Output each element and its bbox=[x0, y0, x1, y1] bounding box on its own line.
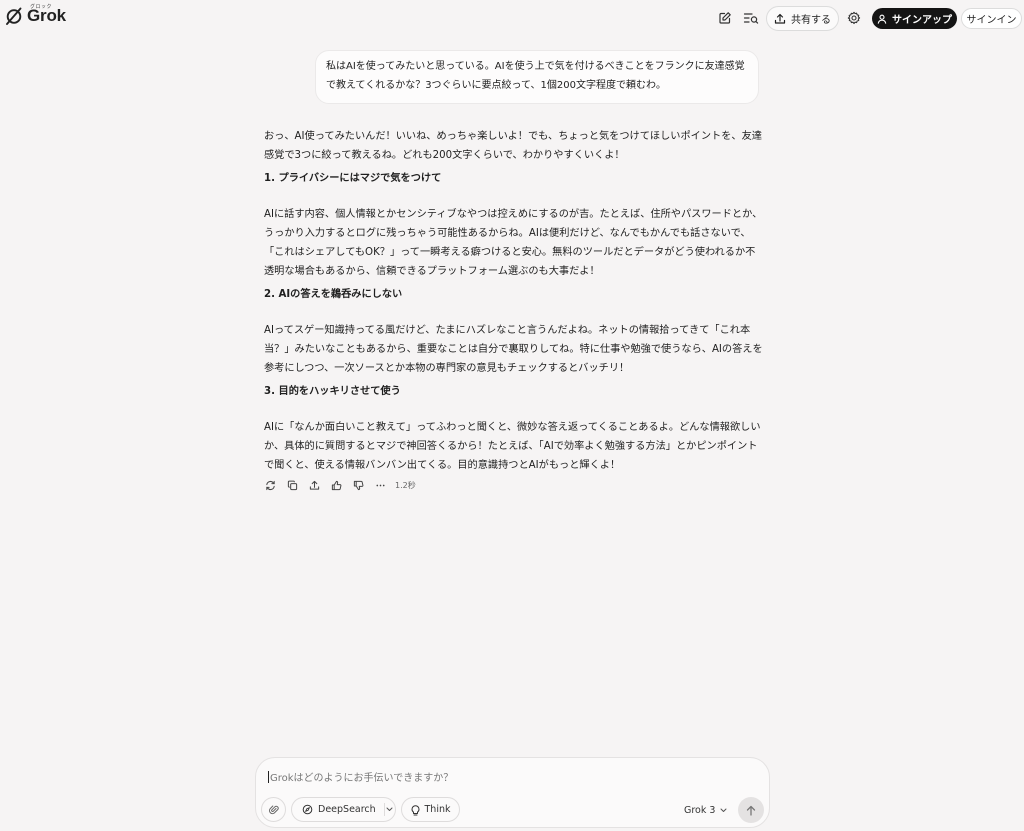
section-heading: 2. AIの答えを鵜呑みにしない bbox=[264, 289, 403, 300]
thumbs-up-icon bbox=[331, 480, 341, 490]
more-icon bbox=[375, 484, 385, 486]
send-button[interactable] bbox=[738, 797, 764, 823]
copy-icon bbox=[287, 480, 297, 490]
lightbulb-icon bbox=[411, 804, 419, 815]
share-response-button[interactable] bbox=[307, 478, 321, 492]
signup-label: サインアップ bbox=[892, 15, 952, 26]
deepsearch-label: DeepSearch bbox=[318, 804, 376, 815]
chevron-down-icon bbox=[720, 808, 727, 812]
paperclip-icon bbox=[268, 805, 279, 814]
user-message-bubble: 私はAIを使ってみたいと思っている。AIを使う上で気を付けるべきことをフランクに… bbox=[315, 50, 759, 104]
thumbs-down-icon bbox=[353, 480, 363, 490]
message-actions: 1.2秒 bbox=[263, 478, 416, 492]
settings-icon bbox=[847, 11, 861, 25]
deepsearch-icon bbox=[302, 804, 313, 815]
arrow-up-icon bbox=[746, 805, 756, 816]
assistant-intro: おっ、AI使ってみたいんだ！いいね、めっちゃ楽しいよ！でも、ちょっと気をつけてほ… bbox=[264, 131, 762, 161]
think-button[interactable]: Think bbox=[401, 797, 460, 822]
section-body: AIに「なんか面白いこと教えて」ってふわっと聞くと、微妙な答え返ってくることある… bbox=[264, 422, 761, 471]
text-caret bbox=[268, 771, 269, 783]
history-search-icon bbox=[743, 13, 759, 24]
share-label: 共有する bbox=[791, 15, 831, 26]
section-heading: 3. 目的をハッキリさせて使う bbox=[264, 386, 401, 397]
model-label: Grok 3 bbox=[684, 804, 716, 816]
new-chat-icon bbox=[719, 12, 731, 24]
deepsearch-menu-button[interactable] bbox=[384, 798, 395, 821]
chat-input[interactable]: Grokはどのようにお手伝いできますか？ bbox=[268, 769, 453, 784]
chat-input-placeholder: Grokはどのようにお手伝いできますか？ bbox=[270, 773, 454, 784]
regenerate-icon bbox=[265, 480, 275, 490]
more-button[interactable] bbox=[373, 478, 387, 492]
section-heading: 1. プライバシーにはマジで気をつけて bbox=[264, 173, 442, 184]
history-search-button[interactable] bbox=[742, 9, 760, 27]
deepsearch-button[interactable]: DeepSearch bbox=[292, 798, 376, 821]
model-selector[interactable]: Grok 3 bbox=[684, 802, 727, 818]
copy-button[interactable] bbox=[285, 478, 299, 492]
composer: Grokはどのようにお手伝いできますか？ DeepSearch Think Gr… bbox=[255, 757, 770, 828]
grok-logo-icon bbox=[6, 7, 22, 25]
attach-button[interactable] bbox=[261, 797, 286, 822]
top-bar: グロック Grok 共有する サインアップ サインイン bbox=[0, 0, 1024, 38]
think-label: Think bbox=[424, 804, 451, 815]
assistant-message: おっ、AI使ってみたいんだ！いいね、めっちゃ楽しいよ！でも、ちょっと気をつけてほ… bbox=[264, 127, 764, 477]
user-message-text: 私はAIを使ってみたいと思っている。AIを使う上で気を付けるべきことをフランクに… bbox=[326, 61, 745, 91]
signin-label: サインイン bbox=[966, 15, 1017, 26]
response-time: 1.2秒 bbox=[395, 480, 416, 490]
deepsearch-toggle: DeepSearch bbox=[291, 797, 396, 822]
logo-subtitle: グロック bbox=[30, 4, 53, 10]
thumbs-down-button[interactable] bbox=[351, 478, 365, 492]
section-body: AIってスゲー知識持ってる風だけど、たまにハズレなこと言うんだよね。ネットの情報… bbox=[264, 325, 763, 374]
chevron-down-icon bbox=[386, 807, 393, 811]
signin-button[interactable]: サインイン bbox=[961, 8, 1022, 29]
user-icon bbox=[877, 14, 887, 24]
regenerate-button[interactable] bbox=[263, 478, 277, 492]
share-button[interactable]: 共有する bbox=[766, 6, 839, 31]
new-chat-button[interactable] bbox=[716, 9, 734, 27]
share-icon bbox=[774, 13, 786, 24]
grok-logo[interactable]: グロック Grok bbox=[4, 4, 66, 26]
signup-button[interactable]: サインアップ bbox=[872, 8, 957, 29]
share-icon bbox=[309, 480, 319, 490]
settings-button[interactable] bbox=[845, 9, 863, 27]
section-body: AIに話す内容、個人情報とかセンシティブなやつは控えめにするのが吉。たとえば、住… bbox=[264, 209, 763, 277]
thumbs-up-button[interactable] bbox=[329, 478, 343, 492]
